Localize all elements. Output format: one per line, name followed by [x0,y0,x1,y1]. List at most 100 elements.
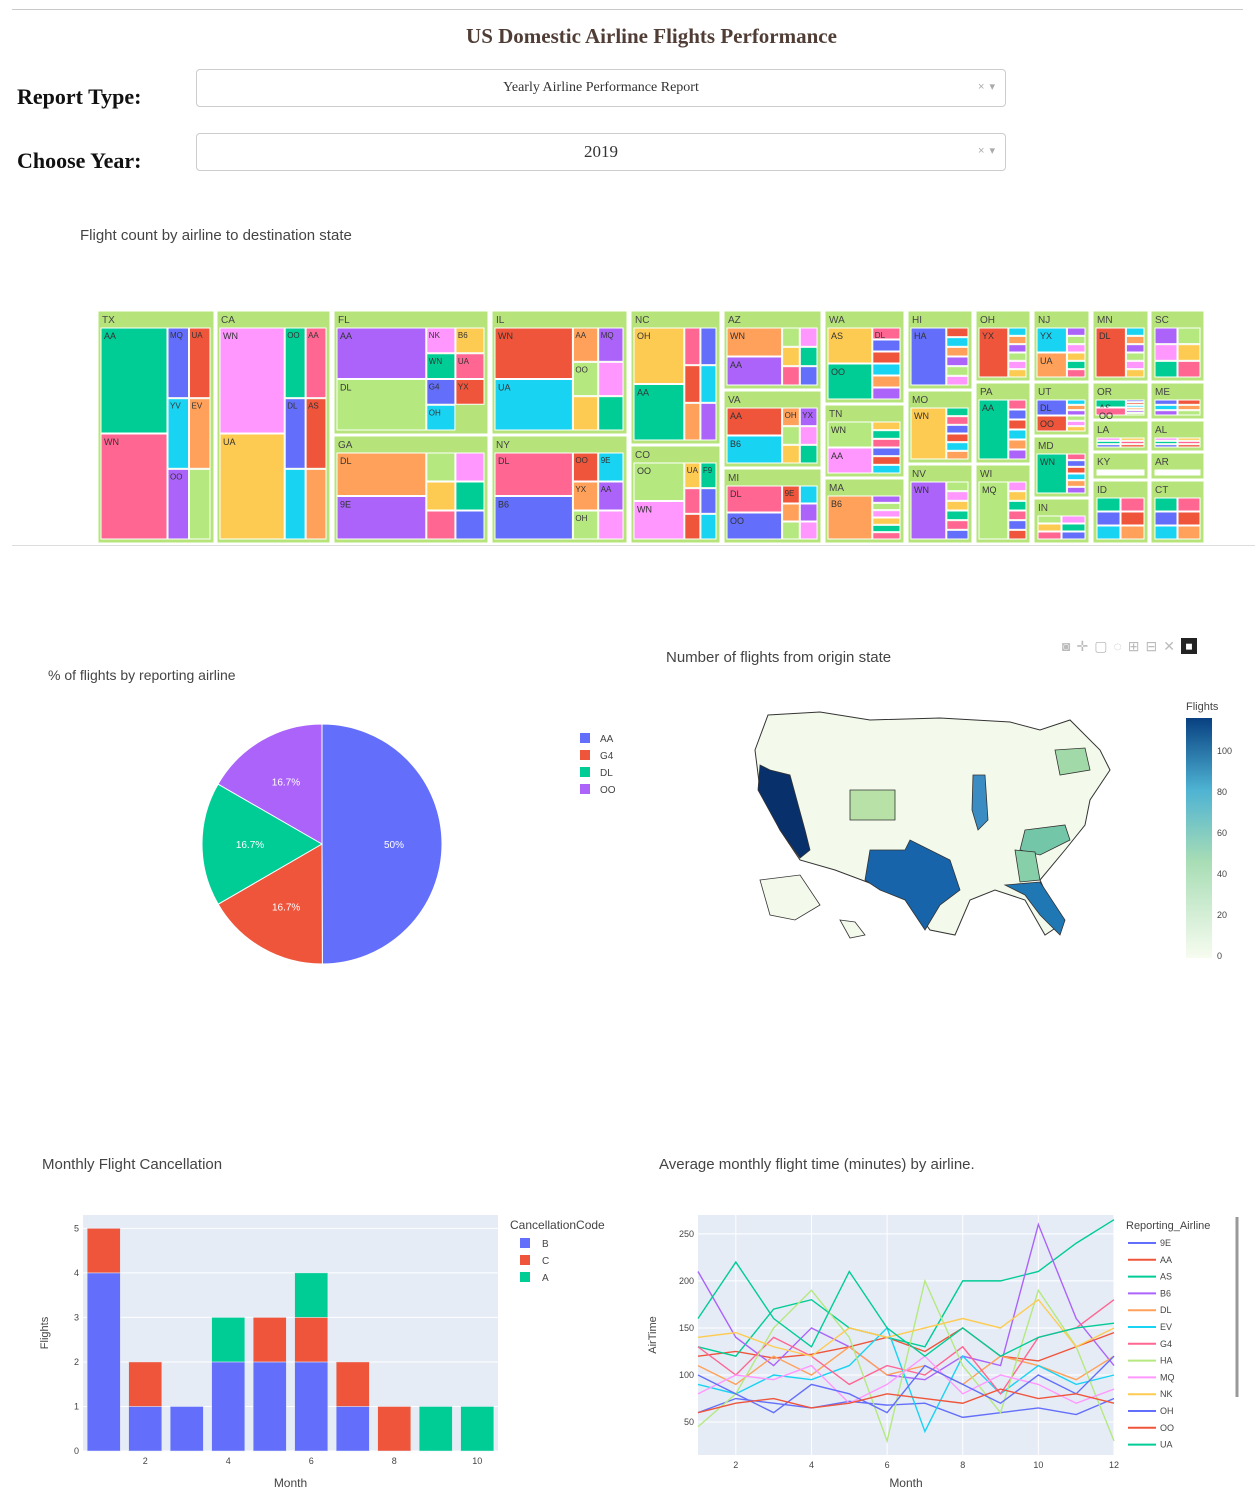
treemap-airline-cell [946,416,969,425]
treemap-airline-label: OH [575,514,587,523]
treemap-airline-cell [946,407,969,417]
treemap-state-label: MN [1097,315,1113,326]
treemap-airline-cell [872,363,901,376]
chevron-down-icon[interactable]: ▾ [989,145,995,157]
reset-icon[interactable]: ✕ [1163,638,1175,655]
treemap-state-label: WA [829,315,845,326]
treemap-airline-cell [598,396,624,431]
zoom-in-icon[interactable]: ⊞ [1128,638,1140,655]
bar-segment [418,1406,453,1452]
treemap-airline-cell [782,366,800,386]
treemap-airline-label: OO [1040,419,1054,429]
treemap-airline-cell [1008,500,1027,511]
report-type-dropdown[interactable]: Yearly Airline Performance Report × ▾ [196,69,1006,107]
treemap-airline-cell [782,346,800,367]
treemap-state-label: CT [1155,485,1168,496]
treemap-airline-label: UA [498,383,511,393]
treemap-airline-label: AS [831,331,843,341]
treemap-airline-cell [946,529,969,540]
treemap-airline-cell [1120,444,1145,448]
treemap-state-label: MO [912,395,928,406]
treemap-airline-label: G4 [429,383,440,392]
report-type-label: Report Type: [17,84,142,109]
box-select-icon[interactable]: ▢ [1094,638,1107,655]
bar-segment [128,1361,163,1407]
treemap-airline-cell [799,366,818,386]
treemap-airline-cell [872,517,901,525]
treemap-airline-cell [799,503,818,522]
zoom-out-icon[interactable]: ⊟ [1146,638,1158,655]
treemap-airline-cell [700,513,717,540]
treemap-airline-cell [700,402,717,441]
treemap-airline-cell [1125,412,1145,416]
treemap-airline-cell [946,481,969,492]
treemap-state-label: SC [1155,315,1169,326]
line-xtick: 2 [733,1460,738,1470]
treemap-airline-cell [1125,344,1145,353]
bar-xlabel: Month [274,1476,307,1490]
treemap-state-label: WI [980,469,992,480]
treemap-airline-cell [1177,410,1201,416]
bar-segment [294,1272,329,1318]
pie-slice-label: 16.7% [236,840,264,851]
clear-icon[interactable]: × [978,145,984,157]
treemap-airline-cell [455,452,485,482]
treemap-airline-cell [1066,360,1086,370]
treemap-airline-cell [426,510,456,540]
bar-segment [460,1406,495,1452]
treemap-airline-cell [1154,497,1178,512]
treemap-state-label: NJ [1038,315,1050,326]
treemap-airline-label: F9 [703,466,713,475]
treemap-airline-cell [946,375,969,386]
line-chart[interactable]: 50 100 150 200 250 2 4 6 8 10 12 Month AirTime Report… [640,1205,1250,1490]
plotly-logo-icon[interactable]: ◼ [1180,638,1197,654]
treemap-airline-label: UA [687,466,699,475]
chevron-down-icon[interactable]: ▾ [989,81,995,93]
line-ylabel: AirTime [647,1316,659,1353]
colorbar-tick: 0 [1217,951,1222,961]
page-title: US Domestic Airline Flights Performance [466,24,837,48]
treemap-airline-cell [1008,449,1027,460]
line-legend-label: OO [1160,1423,1174,1433]
treemap-airline-cell [782,521,800,540]
treemap-airline-cell [1066,327,1086,336]
treemap-airline-label: MQ [982,485,997,495]
treemap-airline-cell [946,346,969,357]
stacked-bar-chart[interactable]: 0 1 2 3 4 5 2 4 6 8 10 Month Flights CancellationCode… [30,1205,630,1490]
treemap-airline-cell [1066,344,1086,353]
camera-icon[interactable]: ◙ [1062,638,1070,655]
clear-icon[interactable]: × [978,81,984,93]
treemap-airline-cell [1096,511,1121,526]
treemap-airline-label: OO [637,466,651,476]
treemap-title: Flight count by airline to destination s… [80,227,352,244]
treemap-airline-label: OO [575,365,587,374]
choropleth-map[interactable]: Flights 100 80 60 40 20 0 [740,690,1245,965]
pie-legend-swatch [580,733,590,743]
treemap-state-label: NV [912,469,926,480]
state-hi [839,919,866,939]
pie-chart[interactable]: 50% 16.7% 16.7% 16.7% AA G4 DL OO [180,700,650,990]
treemap-airline-cell [1008,369,1027,378]
treemap-state-label: TX [102,315,115,326]
pie-legend-swatch [580,750,590,760]
treemap-airline-cell [946,500,969,511]
line-xtick: 6 [885,1460,890,1470]
bar-segment [252,1317,287,1363]
treemap-airline-cell [946,327,969,338]
colorbar [1186,718,1212,958]
treemap-airline-cell [684,365,701,403]
treemap-airline-label: AA [831,451,843,461]
treemap-airline-cell [872,387,901,400]
line-xtick: 12 [1109,1460,1119,1470]
treemap-airline-cell [1008,352,1027,361]
treemap-airline-cell [1008,429,1027,440]
treemap-airline-cell [872,421,901,431]
line-legend-label: AA [1160,1255,1172,1265]
treemap-airline-label: WN [104,437,119,447]
treemap-airline-cell [1177,444,1201,448]
pan-icon[interactable]: ✛ [1076,638,1088,655]
treemap-chart[interactable]: TX AA WN MQ UA YV EV OO CA WN UA OO AA DL AS FL AA DL NK B6… [98,311,1206,543]
lasso-icon[interactable]: ◌ [1113,638,1121,655]
bar-segment [86,1228,121,1274]
year-dropdown[interactable]: 2019 × ▾ [196,133,1006,171]
